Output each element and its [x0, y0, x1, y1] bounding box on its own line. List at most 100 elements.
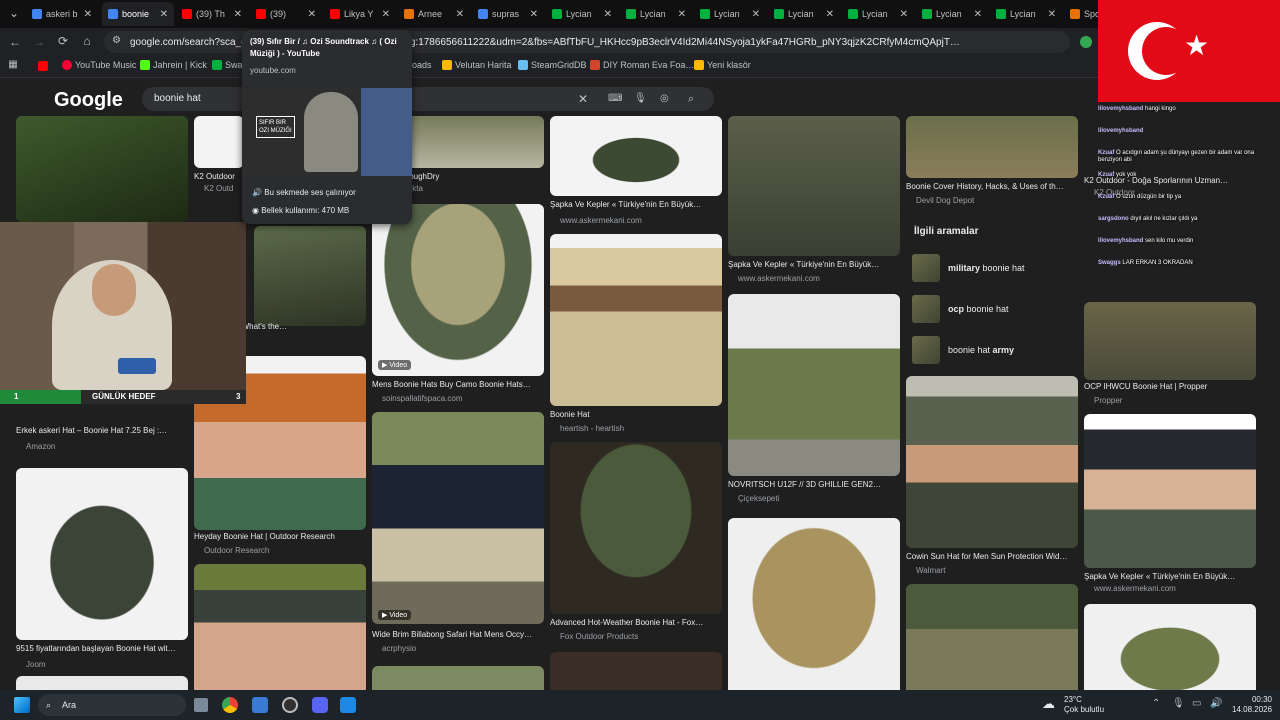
- browser-tab[interactable]: Arnee ✕: [398, 2, 470, 26]
- app-icon[interactable]: [340, 697, 356, 713]
- result-image[interactable]: [728, 518, 900, 690]
- result-image[interactable]: [372, 412, 544, 624]
- close-tab-icon[interactable]: ✕: [308, 9, 316, 20]
- result-source[interactable]: Devil Dog Depot: [916, 196, 1078, 205]
- result-source[interactable]: Fox Outdoor Products: [560, 632, 722, 641]
- clear-icon[interactable]: ✕: [578, 87, 588, 111]
- browser-tab[interactable]: Lycian ✕: [990, 2, 1062, 26]
- result-image[interactable]: [550, 652, 722, 690]
- result-title[interactable]: Cowin Sun Hat for Men Sun Protection Wid…: [906, 552, 1078, 561]
- browser-tab[interactable]: Lycian ✕: [694, 2, 766, 26]
- browser-tab[interactable]: Lycian ✕: [768, 2, 840, 26]
- lens-icon[interactable]: ◎: [660, 87, 669, 111]
- browser-tab[interactable]: Lycian ✕: [620, 2, 692, 26]
- result-title[interactable]: Boonie Hat: [550, 410, 722, 419]
- related-item[interactable]: ocp boonie hat: [912, 293, 1072, 325]
- browser-tab[interactable]: supras ✕: [472, 2, 544, 26]
- bookmark-item[interactable]: DIY Roman Eva Foa…: [590, 60, 694, 70]
- result-image[interactable]: [254, 226, 366, 326]
- bookmark-item[interactable]: Yeni klasör: [694, 60, 751, 70]
- result-image[interactable]: [550, 442, 722, 614]
- search-icon[interactable]: ⌕: [688, 87, 694, 111]
- search-input[interactable]: boonie hat ✕ ⌨ 🎙 ◎ ⌕: [142, 87, 714, 111]
- result-image[interactable]: [550, 116, 722, 196]
- home-icon[interactable]: ⌂: [80, 34, 94, 48]
- obs-icon[interactable]: [282, 697, 298, 713]
- result-image[interactable]: [194, 564, 366, 690]
- keyboard-icon[interactable]: ⌨: [608, 87, 622, 111]
- close-tab-icon[interactable]: ✕: [678, 9, 686, 20]
- result-image[interactable]: [1084, 414, 1256, 568]
- app-icon[interactable]: [252, 697, 268, 713]
- result-source[interactable]: Walmart: [916, 566, 1078, 575]
- close-tab-icon[interactable]: ✕: [160, 9, 168, 20]
- browser-tab[interactable]: Likya Y ✕: [324, 2, 396, 26]
- result-image[interactable]: [194, 116, 244, 168]
- result-image[interactable]: [16, 468, 188, 640]
- result-title[interactable]: Şapka Ve Kepler « Türkiye'nin En Büyük…: [728, 260, 900, 269]
- browser-tab[interactable]: askeri b ✕: [26, 2, 98, 26]
- weather-widget[interactable]: 23°C Çok bulutlu: [1064, 695, 1104, 715]
- close-tab-icon[interactable]: ✕: [974, 9, 982, 20]
- bookmark-item[interactable]: Jahrein | Kick: [140, 60, 207, 70]
- close-tab-icon[interactable]: ✕: [456, 9, 464, 20]
- clock[interactable]: 00:30 14.08.2026: [1232, 695, 1272, 715]
- microphone-icon[interactable]: 🎙: [634, 87, 647, 111]
- result-source[interactable]: Çiçeksepeti: [738, 494, 900, 503]
- result-source[interactable]: www.askermekani.com: [738, 274, 900, 283]
- close-tab-icon[interactable]: ✕: [84, 9, 92, 20]
- result-title[interactable]: Mens Boonie Hats Buy Camo Boonie Hats…: [372, 380, 544, 389]
- browser-tab[interactable]: Lycian ✕: [916, 2, 988, 26]
- close-tab-icon[interactable]: ✕: [752, 9, 760, 20]
- result-source[interactable]: Joom: [26, 660, 188, 669]
- bookmark-item[interactable]: Velutan Harita: [442, 60, 512, 70]
- result-source[interactable]: Propper: [1094, 396, 1256, 405]
- result-image[interactable]: [550, 234, 722, 406]
- result-source[interactable]: Amazon: [26, 442, 188, 451]
- taskbar-search[interactable]: ⌕ Ara: [38, 694, 186, 716]
- bookmark-item[interactable]: YouTube Music: [62, 60, 136, 70]
- result-image[interactable]: [728, 294, 900, 476]
- related-item[interactable]: military boonie hat: [912, 252, 1072, 284]
- back-icon[interactable]: ←: [8, 35, 22, 49]
- bookmark-item[interactable]: Swa: [212, 60, 243, 70]
- reload-icon[interactable]: ⟳: [56, 34, 70, 48]
- result-image[interactable]: [906, 376, 1078, 548]
- close-tab-icon[interactable]: ✕: [900, 9, 908, 20]
- start-icon[interactable]: [14, 697, 30, 713]
- result-source[interactable]: heartish - heartish: [560, 424, 722, 433]
- result-title[interactable]: Heyday Boonie Hat | Outdoor Research: [194, 532, 366, 541]
- tab-search-icon[interactable]: ⌄: [6, 6, 22, 20]
- result-source[interactable]: Outdoor Research: [204, 546, 366, 555]
- browser-tab[interactable]: boonie ✕: [102, 2, 174, 26]
- browser-tab[interactable]: Lycian ✕: [546, 2, 618, 26]
- result-title[interactable]: Şapka Ve Kepler « Türkiye'nin En Büyük…: [550, 200, 722, 209]
- close-tab-icon[interactable]: ✕: [234, 9, 242, 20]
- related-item[interactable]: boonie hat army: [912, 334, 1072, 366]
- close-tab-icon[interactable]: ✕: [1048, 9, 1056, 20]
- result-source[interactable]: acrphysio: [382, 644, 544, 653]
- tray-chevron-icon[interactable]: ⌃: [1152, 698, 1160, 709]
- close-tab-icon[interactable]: ✕: [826, 9, 834, 20]
- result-title[interactable]: Erkek askeri Hat – Boonie Hat 7.25 Bej :…: [16, 426, 188, 435]
- extension-icon[interactable]: [1080, 36, 1092, 48]
- browser-tab[interactable]: (39) ✕: [250, 2, 322, 26]
- result-image[interactable]: [728, 116, 900, 256]
- result-image[interactable]: [16, 676, 188, 690]
- result-title[interactable]: 9515 fiyatlarından başlayan Boonie Hat w…: [16, 644, 188, 653]
- result-title[interactable]: Boonie Cover History, Hacks, & Uses of t…: [906, 182, 1078, 191]
- result-title[interactable]: Şapka Ve Kepler « Türkiye'nin En Büyük…: [1084, 572, 1256, 581]
- close-tab-icon[interactable]: ✕: [604, 9, 612, 20]
- discord-icon[interactable]: [312, 697, 328, 713]
- site-info-icon[interactable]: ⚙: [112, 35, 121, 46]
- result-title[interactable]: Advanced Hot-Weather Boonie Hat - Fox…: [550, 618, 722, 627]
- result-title[interactable]: OCP IHWCU Boonie Hat | Propper: [1084, 382, 1256, 391]
- forward-icon[interactable]: →: [32, 35, 46, 49]
- bookmark-item[interactable]: oads: [412, 60, 432, 70]
- close-tab-icon[interactable]: ✕: [382, 9, 390, 20]
- mic-tray-icon[interactable]: 🎙: [1172, 698, 1185, 709]
- result-image[interactable]: [906, 116, 1078, 178]
- result-image[interactable]: [16, 116, 188, 222]
- close-tab-icon[interactable]: ✕: [530, 9, 538, 20]
- result-source[interactable]: www.askermekani.com: [560, 216, 722, 225]
